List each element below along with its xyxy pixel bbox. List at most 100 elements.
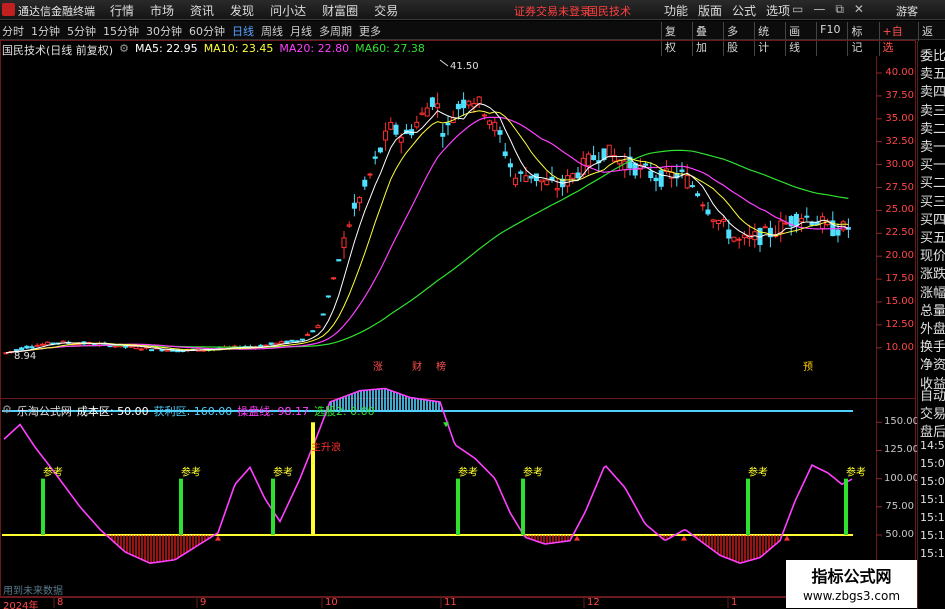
candle-body xyxy=(466,100,472,106)
ma60-label: MA60: 27.38 xyxy=(355,42,425,55)
trade-mode-label[interactable]: 交易 xyxy=(920,403,945,422)
candle-body xyxy=(658,170,664,187)
candle-body xyxy=(481,114,487,117)
trade-mode-label[interactable]: 盘后 xyxy=(920,421,945,440)
ma20-label: MA20: 22.80 xyxy=(279,42,350,55)
date-tick: 12 xyxy=(587,597,600,608)
tick-time: 15:12 xyxy=(920,493,945,506)
candle-body xyxy=(523,175,529,183)
candle-body xyxy=(268,342,274,345)
price-tick: 22.50 xyxy=(885,227,914,239)
site-watermark: 指标公式网 www.zbgs3.com xyxy=(786,560,917,608)
indicator-tick: 150.00 xyxy=(884,416,919,428)
candle-body xyxy=(762,226,768,229)
indicator-tick: 100.00 xyxy=(884,472,919,484)
indicator-name[interactable]: 乐淘公式网 xyxy=(17,403,72,419)
watermark-url: www.zbgs3.com xyxy=(802,589,901,603)
date-tick: 1 xyxy=(731,597,738,608)
main-rise-label: 主升浪 xyxy=(311,440,341,453)
event-mark: 涨 xyxy=(373,361,383,373)
candle-body xyxy=(320,313,326,316)
indicator-tick: 75.00 xyxy=(885,500,914,512)
future-data-warning: 用到未来数据 xyxy=(3,586,63,597)
signal-label: 参考 xyxy=(748,466,768,479)
candle-body xyxy=(455,103,461,110)
candle-body xyxy=(289,339,295,342)
candle-body xyxy=(331,277,337,280)
quote-field-label: 卖四 xyxy=(920,85,945,101)
signal-bar xyxy=(271,478,275,535)
candle-body xyxy=(591,155,597,161)
candle-body xyxy=(19,347,25,351)
price-tick: 10.00 xyxy=(885,341,914,353)
candle-body xyxy=(715,219,721,224)
candle-body xyxy=(492,121,498,132)
candle-body xyxy=(653,177,659,182)
event-mark: 榜 xyxy=(436,360,446,373)
ma10-line xyxy=(5,110,849,354)
signal-bar xyxy=(179,478,183,535)
candle-body xyxy=(793,213,799,226)
price-tick: 25.00 xyxy=(885,204,914,216)
candle-body xyxy=(731,236,737,242)
candle-body xyxy=(726,229,732,239)
tick-time: 15:15 xyxy=(920,511,945,524)
candle-body xyxy=(554,188,560,191)
candle-body xyxy=(679,169,685,173)
candle-body xyxy=(341,237,347,249)
trade-mode-label[interactable]: 自动 xyxy=(920,385,945,404)
candle-body xyxy=(138,348,144,351)
signal-bar xyxy=(746,478,750,535)
arrow-up-icon xyxy=(681,535,687,541)
candle-body xyxy=(606,144,612,158)
low-price-label: 8.94 xyxy=(14,351,36,362)
quote-field-label: 换手 xyxy=(920,340,945,356)
candle-body xyxy=(741,234,747,239)
signal-label: 参考 xyxy=(181,466,201,479)
price-tick: 20.00 xyxy=(885,250,914,262)
arrow-up-icon xyxy=(574,535,580,541)
candle-body xyxy=(575,172,581,179)
candle-body xyxy=(351,202,357,209)
event-mark: 预 xyxy=(803,361,813,373)
quote-field-label: 卖三 xyxy=(920,103,945,119)
candle-body xyxy=(429,97,435,107)
stock-pick-label: 选股2: 0.00 xyxy=(313,405,375,418)
settings-icon[interactable]: ⚙ xyxy=(119,42,129,56)
candle-body xyxy=(487,120,493,125)
quote-field-label: 买三 xyxy=(920,194,945,210)
indicator-settings-icon[interactable]: ⚙ xyxy=(2,403,12,419)
candle-body xyxy=(315,325,321,329)
price-tick: 40.00 xyxy=(885,67,914,78)
quote-field-label: 卖二 xyxy=(920,121,945,137)
candle-body xyxy=(513,177,519,186)
quote-side-panel: 委比 卖五 卖四 卖三 卖二 卖一 买一 买二 买三 买四 买五 现价 涨跌 涨幅 总量 外盘 换手 净资 收益 自动… xyxy=(917,41,945,609)
signal-label: 参考 xyxy=(458,466,478,479)
chart-canvas[interactable]: 41.50 8.94 涨 财 榜 预参考 参考 参考 参考 参考 参考 参考 主升浪 xyxy=(0,0,945,609)
date-tick: 2024年 xyxy=(3,601,39,609)
quote-field-label: 涨幅 xyxy=(920,285,945,301)
quote-field-label: 外盘 xyxy=(920,322,945,337)
signal-label: 参考 xyxy=(523,466,543,479)
candle-body xyxy=(424,107,430,117)
cost-zone-label: 成本区: 50.00 xyxy=(76,405,149,418)
price-tick: 37.50 xyxy=(885,89,914,101)
price-tick: 32.50 xyxy=(885,135,914,147)
candle-body xyxy=(684,175,690,189)
candle-body xyxy=(357,197,363,204)
candle-body xyxy=(440,133,446,137)
candle-body xyxy=(377,147,383,153)
indicator-tick: 125.00 xyxy=(884,444,919,456)
stock-period-label: 国民技术(日线 前复权) xyxy=(2,44,114,57)
candle-body xyxy=(346,224,352,227)
tick-time: 14:57 xyxy=(920,439,945,452)
event-mark: 财 xyxy=(412,360,422,373)
candle-body xyxy=(45,341,51,346)
ma10-label: MA10: 23.45 xyxy=(203,42,274,55)
candle-body xyxy=(393,124,399,135)
arrow-up-icon xyxy=(215,535,221,541)
quote-field-label: 买四 xyxy=(920,212,945,228)
candle-body xyxy=(445,122,451,126)
candle-body xyxy=(383,130,389,141)
indicator-tick: 50.00 xyxy=(885,529,914,540)
